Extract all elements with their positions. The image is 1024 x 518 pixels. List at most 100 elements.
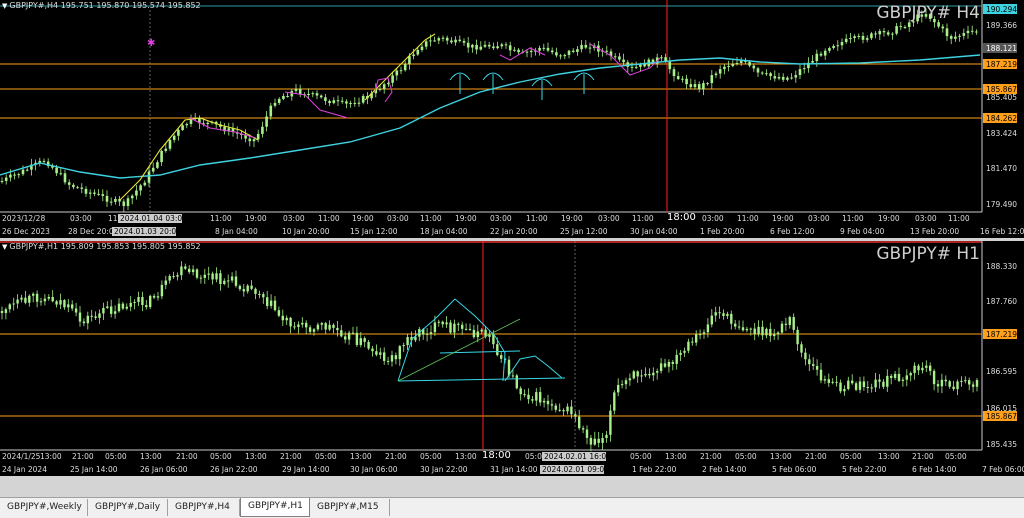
candle-body xyxy=(538,47,541,51)
candle-body xyxy=(211,273,214,280)
candle-body xyxy=(468,328,472,330)
hour-label: 21:00 xyxy=(176,452,198,461)
candle-body xyxy=(359,338,362,345)
candle-body xyxy=(184,266,187,269)
candle-body xyxy=(578,416,581,429)
candle-body xyxy=(737,326,741,328)
candle-body xyxy=(907,22,911,28)
candle-body xyxy=(515,375,518,389)
hour-label: 21:00 xyxy=(912,452,934,461)
candle-body xyxy=(471,44,474,48)
candle-body xyxy=(403,64,407,71)
price-label: 184.262 xyxy=(986,114,1017,123)
h4-symbol-title: GBPJPY# H4 xyxy=(876,3,980,23)
candle-body xyxy=(675,354,678,364)
candle-body xyxy=(261,126,264,134)
candle-body xyxy=(277,310,281,316)
candle-body xyxy=(93,192,96,194)
candle-body xyxy=(63,300,66,308)
candle-body xyxy=(828,48,831,51)
chart-background xyxy=(0,241,1024,476)
candle-body xyxy=(371,348,374,352)
candle-body xyxy=(0,181,4,183)
candle-body xyxy=(581,428,585,430)
candle-body xyxy=(207,273,210,275)
candle-body xyxy=(617,384,620,393)
candle-body xyxy=(585,429,589,438)
collapse-triangle-icon[interactable]: ▼ xyxy=(2,243,7,251)
h4-chart-canvas[interactable]: ✱190.294189.366188.121187.219185.867185.… xyxy=(0,0,1024,238)
candle-body xyxy=(542,47,546,49)
hour-label: 13:00 xyxy=(878,452,900,461)
candle-body xyxy=(4,309,8,314)
candle-body xyxy=(324,97,327,101)
tab-daily[interactable]: GBPJPY#,Daily xyxy=(88,499,168,516)
h1-symbol-title: GBPJPY# H1 xyxy=(876,244,980,264)
candle-body xyxy=(347,332,351,340)
candle-body xyxy=(613,56,617,58)
candle-body xyxy=(180,266,183,276)
price-label: 187.219 xyxy=(986,60,1017,69)
candle-body xyxy=(13,174,16,176)
candle-body xyxy=(500,355,503,359)
candle-body xyxy=(441,37,445,39)
h1-chart-pane[interactable]: 188.330 187.760 187.219 186.595 186.015 185.8… xyxy=(0,241,1024,476)
candle-body xyxy=(671,361,674,364)
candle-body xyxy=(857,35,861,37)
hour-label: 11:00 xyxy=(632,214,654,223)
candle-body xyxy=(511,375,515,377)
hour-label: 11:00 xyxy=(948,214,970,223)
tab-h4[interactable]: GBPJPY#,H4 xyxy=(168,499,240,516)
hour-label: 13:00 xyxy=(245,452,267,461)
candle-body xyxy=(363,338,366,342)
candle-body xyxy=(949,36,953,39)
candle-body xyxy=(695,334,698,343)
candle-body xyxy=(840,42,844,46)
date-label: 8 Jan 04:00 xyxy=(215,227,258,236)
candle-body xyxy=(769,73,772,77)
candle-body xyxy=(878,379,881,382)
date-label: 24 Jan 2024 xyxy=(2,465,47,474)
hour-label: 05:00 xyxy=(105,452,127,461)
candle-body xyxy=(316,324,320,330)
collapse-triangle-icon[interactable]: ▼ xyxy=(2,2,7,10)
candle-body xyxy=(391,75,394,83)
date-label: 9 Feb 04:00 xyxy=(840,227,885,236)
candle-body xyxy=(480,329,483,332)
candle-body xyxy=(483,44,487,47)
candle-body xyxy=(970,30,974,32)
candle-body xyxy=(932,370,936,385)
h1-chart-canvas[interactable]: 188.330187.760187.219186.595186.015185.8… xyxy=(0,241,1024,476)
candle-body xyxy=(191,269,195,273)
candle-body xyxy=(862,381,866,387)
candle-body xyxy=(706,324,710,333)
candle-body xyxy=(952,386,955,390)
candle-body xyxy=(294,88,298,91)
candle-body xyxy=(84,188,88,194)
candle-body xyxy=(941,26,945,29)
candle-body xyxy=(55,301,58,305)
tab-h1[interactable]: GBPJPY#,H1 xyxy=(240,498,310,517)
candle-body xyxy=(749,328,752,330)
candle-body xyxy=(683,350,686,353)
candle-body xyxy=(458,39,462,41)
candle-body xyxy=(731,63,735,67)
candle-body xyxy=(250,285,253,289)
candle-body xyxy=(32,293,35,296)
hour-label: 19:00 xyxy=(455,214,477,223)
candle-body xyxy=(788,317,791,325)
hour-label: 11:00 xyxy=(526,214,548,223)
candle-body xyxy=(689,84,693,88)
price-label: 183.424 xyxy=(986,129,1017,138)
candle-body xyxy=(975,31,978,33)
h4-chart-pane[interactable]: ✱ 190.294 189.366 188.121 187.219 185.867 185.… xyxy=(0,0,1024,238)
hour-label: 21:00 xyxy=(805,452,827,461)
candle-body xyxy=(312,329,316,332)
tab-weekly[interactable]: GBPJPY#,Weekly xyxy=(0,499,88,516)
candle-body xyxy=(546,47,550,51)
candle-body xyxy=(794,75,798,78)
candle-body xyxy=(269,105,273,117)
candle-body xyxy=(172,135,176,140)
tab-m15[interactable]: GBPJPY#,M15 xyxy=(310,499,390,516)
date-label: 10 Jan 20:00 xyxy=(282,227,330,236)
